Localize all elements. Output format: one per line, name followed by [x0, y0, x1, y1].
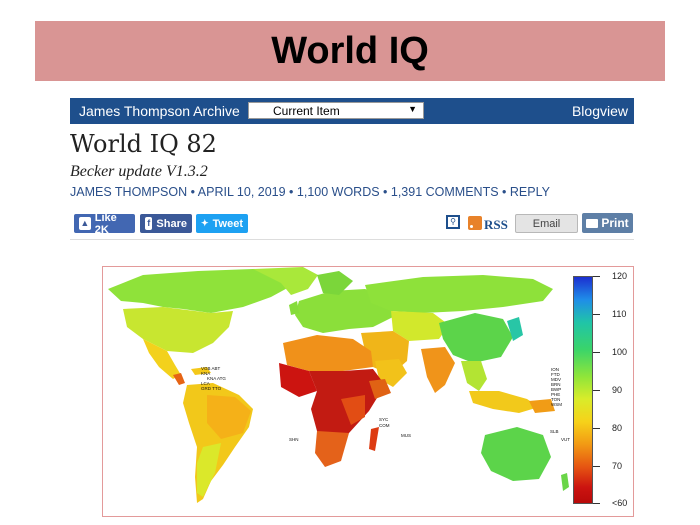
- island-label: VUT: [561, 437, 570, 442]
- region-uk: [289, 301, 299, 315]
- caribbean-label: KNA ATG: [207, 376, 226, 381]
- region-australia: [481, 427, 551, 481]
- blogview-link[interactable]: Blogview: [572, 103, 628, 119]
- region-new-zealand: [561, 473, 569, 491]
- region-se-asia: [461, 361, 487, 391]
- region-india: [421, 347, 455, 393]
- island-label: MUS: [401, 433, 411, 438]
- divider: [70, 239, 634, 240]
- colorbar-tick: [593, 466, 600, 467]
- colorbar-tick: [593, 390, 600, 391]
- island-label: COM: [379, 423, 390, 428]
- item-select-value: Current Item: [273, 103, 340, 118]
- colorbar-tick: [593, 428, 600, 429]
- region-north-africa: [283, 335, 373, 371]
- thumbs-up-icon: ▲: [79, 217, 91, 230]
- colorbar-label: <60: [612, 498, 628, 508]
- rss-link[interactable]: RSS: [484, 217, 508, 233]
- like-label: Like 2K: [94, 211, 117, 236]
- slide-title-bar: World IQ: [35, 21, 665, 81]
- article-subtitle: Becker update V1.3.2: [70, 163, 208, 180]
- printer-icon: [586, 218, 599, 228]
- email-label: Email: [532, 217, 561, 230]
- island-label: WSM: [551, 402, 562, 407]
- region-madagascar: [369, 427, 379, 451]
- island-label: SLB: [550, 429, 559, 434]
- colorbar-label: 70: [612, 461, 623, 471]
- print-button[interactable]: Print: [582, 213, 633, 233]
- tweet-button[interactable]: ✦ Tweet: [196, 214, 248, 233]
- colorbar-tick: [593, 276, 600, 277]
- island-label: SHN: [289, 437, 299, 442]
- facebook-like-button[interactable]: ▲ Like 2K: [74, 211, 135, 236]
- twitter-bird-icon: ✦: [201, 218, 209, 228]
- colorbar-label: 90: [612, 385, 623, 395]
- region-russia: [365, 275, 553, 313]
- colorbar-label: 80: [612, 423, 623, 433]
- region-usa: [123, 307, 233, 353]
- search-icon[interactable]: ⚲: [446, 215, 460, 229]
- share-toolbar: ▲ Like 2K f Share ✦ Tweet ⚲ RSS Email Pr…: [70, 211, 634, 236]
- region-southern-africa: [315, 431, 349, 467]
- slide-title: World IQ: [271, 29, 429, 72]
- colorbar-label: 120: [612, 271, 628, 281]
- email-button[interactable]: Email: [515, 214, 578, 233]
- print-label: Print: [601, 216, 629, 230]
- region-central-america: [173, 373, 185, 385]
- colorbar-tick: [593, 314, 600, 315]
- item-select[interactable]: Current Item ▼: [248, 102, 424, 119]
- colorbar-tick: [593, 352, 600, 353]
- colorbar-label: 110: [612, 309, 627, 319]
- share-label: Share: [156, 217, 187, 230]
- facebook-icon: f: [145, 217, 153, 230]
- site-nav-bar: James Thompson Archive Current Item ▼ Bl…: [70, 98, 634, 124]
- colorbar-tick: [593, 503, 600, 504]
- caribbean-label: GRD TTO: [201, 386, 222, 391]
- article-title: World IQ 82: [70, 130, 217, 158]
- archive-link[interactable]: James Thompson Archive: [70, 103, 247, 119]
- world-iq-map: 120 110 100 90 80 70 <60 VGB ABT KNA KNA…: [102, 266, 634, 517]
- colorbar-label: 100: [612, 347, 628, 357]
- article-meta[interactable]: JAMES THOMPSON • APRIL 10, 2019 • 1,100 …: [70, 185, 550, 199]
- region-indonesia: [469, 391, 539, 413]
- rss-icon[interactable]: [468, 216, 482, 230]
- facebook-share-button[interactable]: f Share: [140, 214, 192, 233]
- dropdown-arrow-icon: ▼: [408, 104, 417, 114]
- tweet-label: Tweet: [212, 217, 243, 230]
- iq-colorbar: [573, 276, 593, 504]
- island-label: SYC: [379, 417, 389, 422]
